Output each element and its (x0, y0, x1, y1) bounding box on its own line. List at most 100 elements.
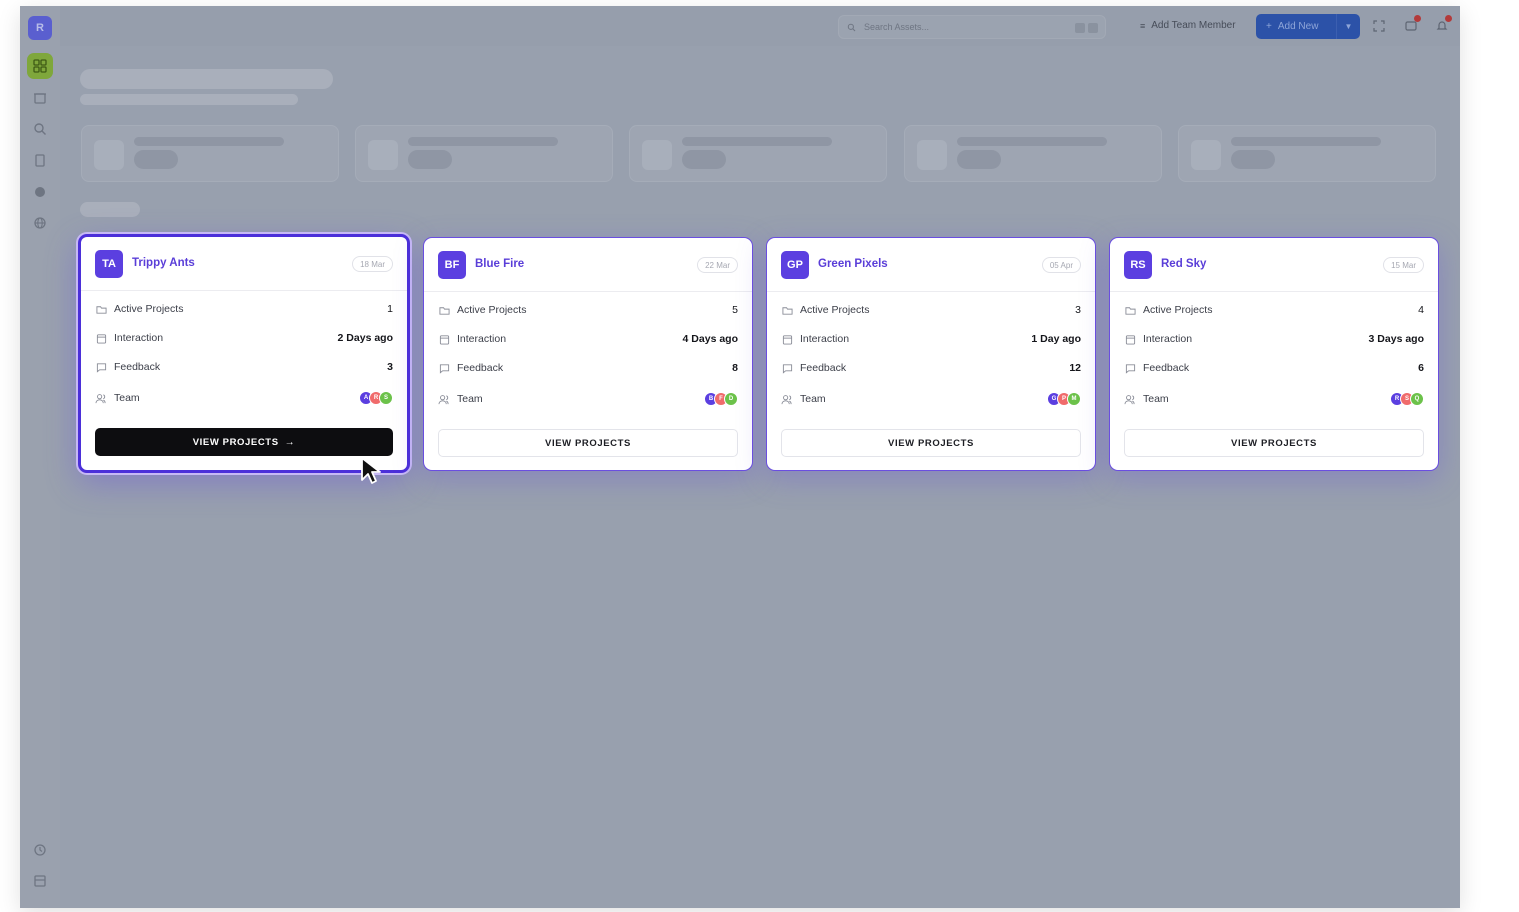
clock-icon (34, 844, 46, 856)
active-projects-value: 5 (732, 304, 738, 316)
skeleton-subtitle (80, 94, 298, 105)
client-card[interactable]: BF Blue Fire 22 Mar Active Projects 5 In… (423, 237, 753, 471)
calendar-icon (781, 333, 793, 345)
archive-icon (34, 93, 46, 104)
add-team-member-button[interactable]: ≡ Add Team Member (1140, 20, 1236, 31)
chevron-down-icon[interactable]: ▼ (1336, 14, 1360, 39)
interaction-value: 3 Days ago (1368, 333, 1424, 345)
add-new-button[interactable]: + Add New ▼ (1256, 14, 1360, 39)
feedback-label: Feedback (800, 362, 847, 374)
team-member-avatar[interactable]: D (724, 392, 738, 406)
interaction-row: Interaction 3 Days ago (1124, 331, 1424, 347)
view-projects-label: VIEW PROJECTS (888, 437, 974, 449)
sidebar-item-layout[interactable] (20, 869, 60, 893)
folder-icon (95, 303, 107, 315)
bell-icon[interactable] (1434, 15, 1452, 34)
app-logo[interactable]: R (28, 16, 52, 40)
view-projects-label: VIEW PROJECTS (192, 436, 279, 448)
view-projects-label: VIEW PROJECTS (545, 437, 631, 449)
notification-dot (1414, 15, 1421, 22)
team-avatars[interactable]: RSQ (1390, 392, 1424, 406)
view-projects-button[interactable]: VIEW PROJECTS → (95, 428, 393, 456)
app-window: R Search Assets... ≡ Add Team Member + A… (20, 6, 1460, 908)
notification-dot (1445, 15, 1452, 22)
client-name[interactable]: Red Sky (1161, 258, 1206, 270)
feedback-label: Feedback (1143, 362, 1190, 374)
card-header: BF Blue Fire 22 Mar (424, 238, 752, 292)
skeleton-stat-card (904, 125, 1162, 182)
team-avatars[interactable]: ARS (359, 391, 393, 405)
date-badge: 05 Apr (1041, 257, 1081, 273)
folder-icon (781, 304, 793, 316)
team-label: Team (114, 392, 140, 404)
client-initials-badge: GP (781, 251, 809, 279)
shortcut-key (1088, 23, 1098, 33)
interaction-label: Interaction (800, 333, 850, 345)
sidebar-item-tasks[interactable] (20, 148, 60, 172)
view-projects-button[interactable]: VIEW PROJECTS (438, 429, 738, 457)
folder-icon (438, 304, 450, 316)
feedback-row: Feedback 3 (95, 359, 393, 375)
search-input[interactable]: Search Assets... (838, 15, 1106, 39)
team-avatars[interactable]: BFD (704, 392, 738, 406)
client-name[interactable]: Blue Fire (475, 258, 524, 270)
active-projects-row: Active Projects 5 (438, 302, 738, 318)
active-projects-row: Active Projects 4 (1124, 302, 1424, 318)
feedback-row: Feedback 8 (438, 360, 738, 376)
globe-icon (34, 217, 46, 229)
fullscreen-icon[interactable] (1371, 18, 1387, 34)
comment-icon (95, 361, 107, 373)
team-row: Team BFD (438, 391, 738, 407)
view-projects-button[interactable]: VIEW PROJECTS (781, 429, 1081, 457)
users-icon (781, 393, 793, 405)
sidebar-item-history[interactable] (20, 838, 60, 862)
sidebar: R (20, 6, 60, 908)
date-badge: 18 Mar (352, 256, 393, 272)
interaction-value: 1 Day ago (1031, 333, 1081, 345)
client-card[interactable]: GP Green Pixels 05 Apr Active Projects 3… (766, 237, 1096, 471)
active-projects-value: 4 (1418, 304, 1424, 316)
shortcut-key (1075, 23, 1085, 33)
team-avatars[interactable]: GPM (1047, 392, 1081, 406)
calendar-icon (95, 332, 107, 344)
sidebar-item-global[interactable] (20, 211, 60, 235)
interaction-label: Interaction (114, 332, 164, 344)
folder-icon (1124, 304, 1136, 316)
team-member-avatar[interactable]: M (1067, 392, 1081, 406)
plus-icon: + (1266, 21, 1272, 32)
date-badge: 15 Mar (1383, 257, 1424, 273)
active-projects-label: Active Projects (800, 304, 870, 316)
team-label: Team (800, 393, 826, 405)
active-projects-label: Active Projects (114, 303, 184, 315)
client-card[interactable]: RS Red Sky 15 Mar Active Projects 4 Inte… (1109, 237, 1439, 471)
sidebar-item-status[interactable] (20, 180, 60, 204)
skeleton-title (80, 69, 333, 89)
sidebar-item-search[interactable] (20, 117, 60, 141)
sidebar-item-dashboard[interactable] (20, 53, 60, 79)
feedback-value: 12 (1069, 362, 1081, 374)
team-member-avatar[interactable]: Q (1410, 392, 1424, 406)
interaction-value: 4 Days ago (682, 333, 738, 345)
calendar-icon (438, 333, 450, 345)
client-name[interactable]: Trippy Ants (132, 257, 195, 269)
active-projects-label: Active Projects (1143, 304, 1213, 316)
team-member-avatar[interactable]: S (379, 391, 393, 405)
active-projects-row: Active Projects 1 (95, 301, 393, 317)
client-card[interactable]: TA Trippy Ants 18 Mar Active Projects 1 … (78, 234, 410, 473)
skeleton-stat-card (1178, 125, 1436, 182)
view-projects-button[interactable]: VIEW PROJECTS (1124, 429, 1424, 457)
calendar-icon (1124, 333, 1136, 345)
team-row: Team RSQ (1124, 391, 1424, 407)
layout-icon (34, 875, 46, 887)
sidebar-item-archive[interactable] (20, 86, 60, 110)
feedback-value: 3 (387, 361, 393, 373)
view-projects-label: VIEW PROJECTS (1231, 437, 1317, 449)
search-icon (34, 123, 46, 135)
client-name[interactable]: Green Pixels (818, 258, 888, 270)
active-projects-label: Active Projects (457, 304, 527, 316)
team-row: Team GPM (781, 391, 1081, 407)
interaction-label: Interaction (1143, 333, 1193, 345)
feedback-value: 8 (732, 362, 738, 374)
messages-icon[interactable] (1403, 15, 1421, 34)
add-new-label: Add New (1277, 21, 1319, 32)
